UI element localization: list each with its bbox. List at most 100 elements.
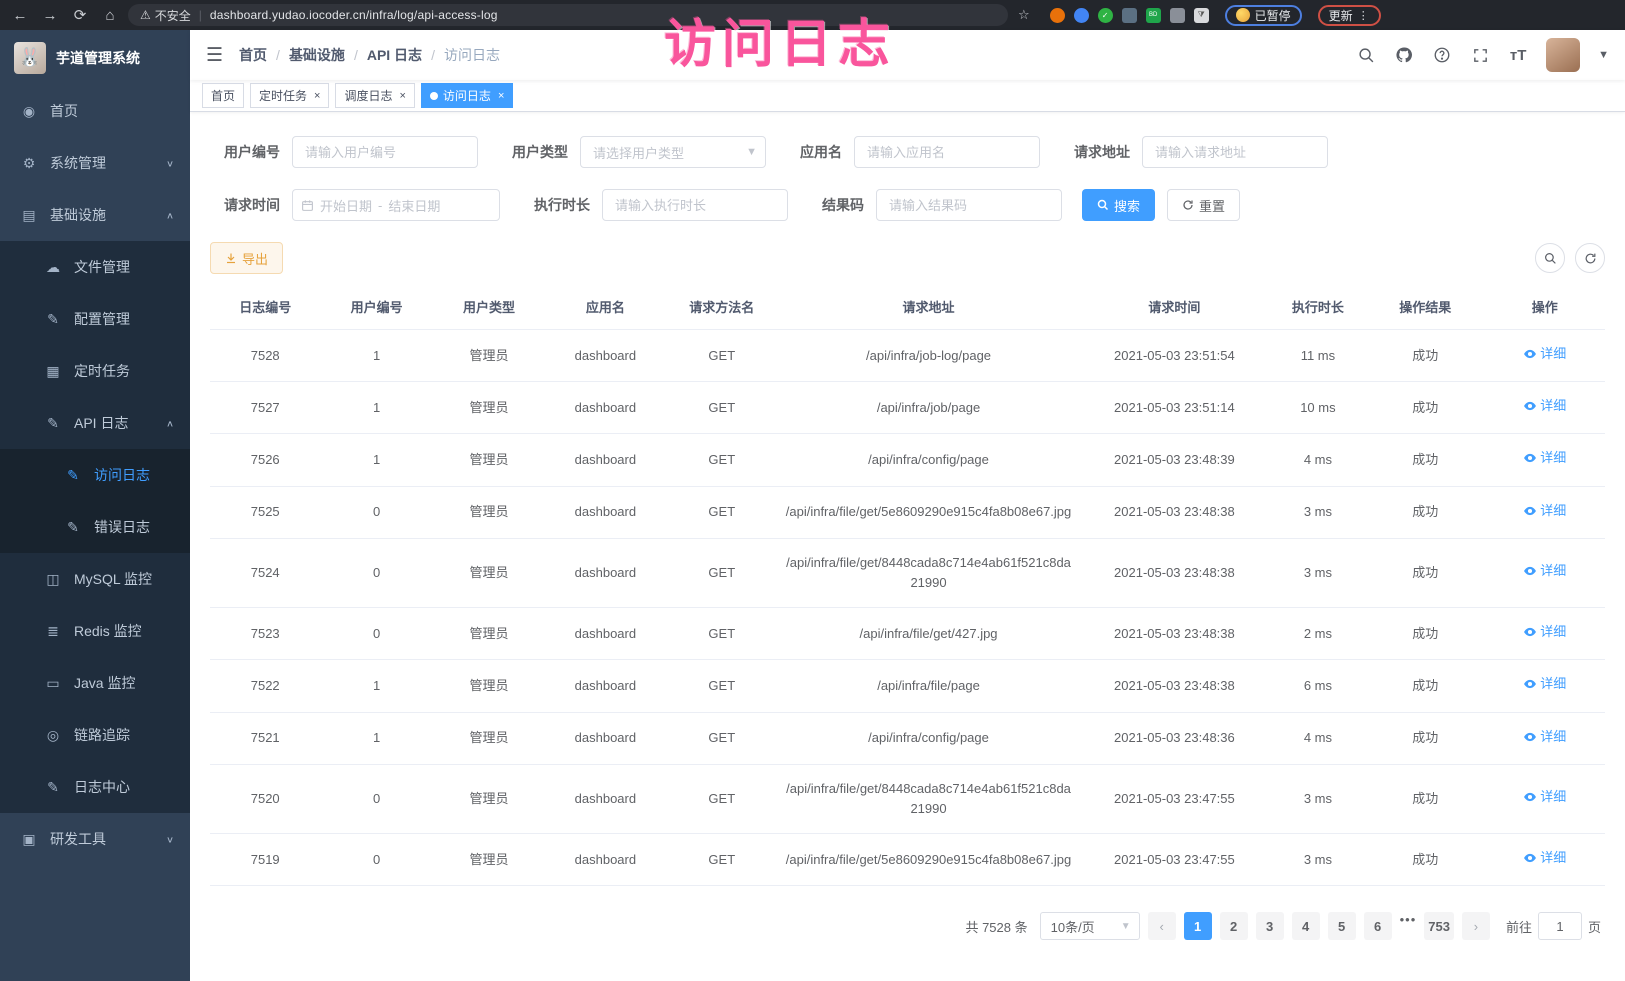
table-row: 75281管理员dashboardGET/api/infra/job-log/p… bbox=[210, 330, 1605, 382]
refresh-table-button[interactable] bbox=[1575, 243, 1605, 273]
extension-icon[interactable] bbox=[1074, 8, 1089, 23]
browser-forward-button[interactable]: → bbox=[38, 3, 62, 27]
page-button-3[interactable]: 3 bbox=[1256, 912, 1284, 940]
detail-link[interactable]: 详细 bbox=[1523, 344, 1566, 364]
app-title: 芋道管理系统 bbox=[56, 48, 140, 68]
detail-link[interactable]: 详细 bbox=[1523, 787, 1566, 807]
font-size-icon[interactable]: тT bbox=[1508, 45, 1528, 65]
close-icon[interactable]: × bbox=[498, 90, 504, 102]
column-header: 操作结果 bbox=[1366, 284, 1484, 330]
sidebar-item-file-manage[interactable]: ☁文件管理 bbox=[0, 241, 190, 293]
goto-page-input[interactable] bbox=[1538, 912, 1582, 940]
sidebar-item-job[interactable]: ▦定时任务 bbox=[0, 345, 190, 397]
hamburger-icon[interactable]: ☰ bbox=[206, 44, 223, 67]
tab-access-log[interactable]: 访问日志× bbox=[421, 83, 513, 108]
extension-icon[interactable] bbox=[1122, 8, 1137, 23]
breadcrumb-item[interactable]: 首页 bbox=[239, 45, 267, 65]
security-warning-icon[interactable]: ⚠ 不安全 bbox=[140, 7, 191, 24]
browser-home-button[interactable]: ⌂ bbox=[98, 3, 122, 27]
detail-link[interactable]: 详细 bbox=[1523, 561, 1566, 581]
browser-update-button[interactable]: 更新 ⋮ bbox=[1318, 5, 1381, 26]
user-type-select[interactable]: 请选择用户类型 ▼ bbox=[580, 136, 766, 168]
tab-job-log[interactable]: 调度日志× bbox=[335, 83, 414, 108]
detail-link[interactable]: 详细 bbox=[1523, 501, 1566, 521]
table-row: 75211管理员dashboardGET/api/infra/config/pa… bbox=[210, 712, 1605, 764]
cell-user-type: 管理员 bbox=[433, 764, 545, 833]
request-time-range-picker[interactable]: 开始日期 - 结束日期 bbox=[292, 189, 500, 221]
browser-reload-button[interactable]: ⟳ bbox=[68, 3, 92, 27]
tab-job[interactable]: 定时任务× bbox=[250, 83, 329, 108]
download-icon bbox=[225, 252, 237, 264]
app-name-input[interactable] bbox=[854, 136, 1040, 168]
sidebar-item-error-log[interactable]: ✎错误日志 bbox=[0, 501, 190, 553]
chevron-down-icon[interactable]: ▼ bbox=[1598, 49, 1609, 61]
prev-page-button[interactable]: ‹ bbox=[1148, 912, 1176, 940]
next-page-button[interactable]: › bbox=[1462, 912, 1490, 940]
bookmark-star-icon[interactable]: ☆ bbox=[1018, 7, 1030, 23]
sidebar-item-log-center[interactable]: ✎日志中心 bbox=[0, 761, 190, 813]
sidebar-item-trace[interactable]: ◎链路追踪 bbox=[0, 709, 190, 761]
sidebar-menu: ◉首页⚙系统管理∨▤基础设施∧☁文件管理✎配置管理▦定时任务✎API 日志∧✎访… bbox=[0, 85, 190, 981]
cell-request-method: GET bbox=[666, 434, 778, 486]
request-url-input[interactable] bbox=[1142, 136, 1328, 168]
extensions-puzzle-icon[interactable]: ⧩ bbox=[1194, 8, 1209, 23]
search-button[interactable]: 搜索 bbox=[1082, 189, 1155, 221]
cell-log-id: 7528 bbox=[210, 330, 320, 382]
cell-app-name: dashboard bbox=[545, 330, 665, 382]
app-name-label: 应用名 bbox=[786, 142, 854, 162]
close-icon[interactable]: × bbox=[314, 90, 320, 102]
duration-input[interactable] bbox=[602, 189, 788, 221]
extension-icon[interactable] bbox=[1050, 8, 1065, 23]
detail-link[interactable]: 详细 bbox=[1523, 674, 1566, 694]
user-id-input[interactable] bbox=[292, 136, 478, 168]
page-button-753[interactable]: 753 bbox=[1424, 912, 1454, 940]
detail-link[interactable]: 详细 bbox=[1523, 396, 1566, 416]
tab-home[interactable]: 首页 bbox=[202, 83, 244, 108]
result-code-input[interactable] bbox=[876, 189, 1062, 221]
sidebar-item-mysql[interactable]: ◫MySQL 监控 bbox=[0, 553, 190, 605]
detail-label: 详细 bbox=[1540, 848, 1566, 868]
detail-link[interactable]: 详细 bbox=[1523, 848, 1566, 868]
reset-button[interactable]: 重置 bbox=[1167, 189, 1240, 221]
breadcrumb-item[interactable]: 基础设施 bbox=[289, 45, 345, 65]
user-avatar[interactable] bbox=[1546, 38, 1580, 72]
sidebar-item-redis[interactable]: ≣Redis 监控 bbox=[0, 605, 190, 657]
page-button-5[interactable]: 5 bbox=[1328, 912, 1356, 940]
fullscreen-icon[interactable] bbox=[1470, 45, 1490, 65]
cell-duration: 3 ms bbox=[1270, 764, 1366, 833]
page-button-6[interactable]: 6 bbox=[1364, 912, 1392, 940]
browser-menu-icon[interactable]: ⋮ bbox=[1358, 9, 1370, 22]
help-icon[interactable] bbox=[1432, 45, 1452, 65]
extension-icon[interactable]: ✓ bbox=[1098, 8, 1113, 23]
github-icon[interactable] bbox=[1394, 45, 1414, 65]
browser-url-bar[interactable]: ⚠ 不安全 | dashboard.yudao.iocoder.cn/infra… bbox=[128, 4, 1008, 26]
reset-button-label: 重置 bbox=[1199, 196, 1225, 215]
page-button-4[interactable]: 4 bbox=[1292, 912, 1320, 940]
extension-icon[interactable]: BD bbox=[1146, 8, 1161, 23]
page-button-2[interactable]: 2 bbox=[1220, 912, 1248, 940]
export-button[interactable]: 导出 bbox=[210, 242, 283, 274]
extension-icon[interactable] bbox=[1170, 8, 1185, 23]
page-size-select[interactable]: 10条/页 ▼ bbox=[1040, 912, 1140, 940]
search-icon[interactable] bbox=[1356, 45, 1376, 65]
browser-back-button[interactable]: ← bbox=[8, 3, 32, 27]
sidebar-item-home[interactable]: ◉首页 bbox=[0, 85, 190, 137]
profile-paused-badge[interactable]: 已暂停 bbox=[1225, 5, 1302, 26]
detail-link[interactable]: 详细 bbox=[1523, 727, 1566, 747]
sidebar-item-infra[interactable]: ▤基础设施∧ bbox=[0, 189, 190, 241]
page-button-1[interactable]: 1 bbox=[1184, 912, 1212, 940]
sidebar-item-config[interactable]: ✎配置管理 bbox=[0, 293, 190, 345]
detail-link[interactable]: 详细 bbox=[1523, 448, 1566, 468]
app-logo[interactable]: 🐰 芋道管理系统 bbox=[0, 30, 190, 85]
sidebar-item-dev-tools[interactable]: ▣研发工具∨ bbox=[0, 813, 190, 865]
cell-user-id: 1 bbox=[320, 382, 432, 434]
sidebar-item-system[interactable]: ⚙系统管理∨ bbox=[0, 137, 190, 189]
breadcrumb-item[interactable]: API 日志 bbox=[367, 45, 422, 65]
sidebar-item-java[interactable]: ▭Java 监控 bbox=[0, 657, 190, 709]
sidebar-item-access-log[interactable]: ✎访问日志 bbox=[0, 449, 190, 501]
detail-link[interactable]: 详细 bbox=[1523, 622, 1566, 642]
close-icon[interactable]: × bbox=[399, 90, 405, 102]
toggle-search-button[interactable] bbox=[1535, 243, 1565, 273]
sidebar-item-api-log[interactable]: ✎API 日志∧ bbox=[0, 397, 190, 449]
more-pages-icon[interactable]: ••• bbox=[1400, 912, 1417, 940]
